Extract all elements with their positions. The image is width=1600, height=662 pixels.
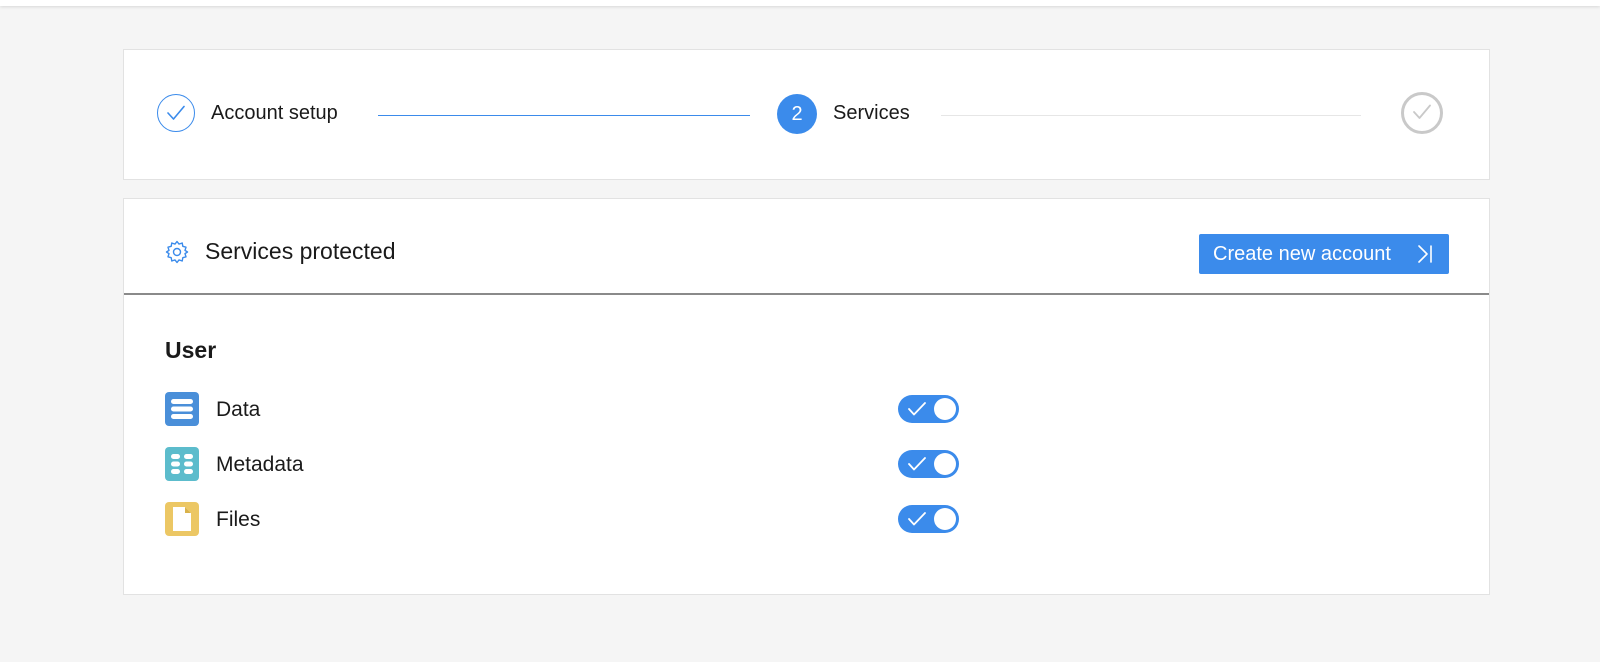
- database-icon: [165, 392, 199, 426]
- service-row-data: Data: [165, 392, 985, 428]
- top-bar: [0, 0, 1600, 6]
- skip-next-icon: [1418, 245, 1432, 263]
- service-label-files: Files: [216, 508, 261, 531]
- metadata-toggle[interactable]: [898, 450, 959, 478]
- create-new-account-button[interactable]: Create new account: [1199, 234, 1449, 274]
- step-final-check-icon: [1401, 92, 1443, 134]
- section-title-user: User: [165, 337, 217, 363]
- step-completed-check-icon: [157, 94, 195, 132]
- service-row-files: Files: [165, 502, 985, 538]
- create-new-account-label: Create new account: [1213, 243, 1391, 265]
- services-title: Services protected: [205, 238, 396, 264]
- toggle-knob: [934, 398, 956, 420]
- step-label-account-setup: Account setup: [211, 102, 338, 124]
- step-connector-completed: [378, 115, 750, 116]
- data-toggle[interactable]: [898, 395, 959, 423]
- step-number-badge: 2: [777, 94, 817, 134]
- services-header: Services protected Create new account: [124, 199, 1489, 295]
- step-connector-pending: [941, 115, 1361, 116]
- file-icon: [165, 502, 199, 536]
- service-row-metadata: Metadata: [165, 447, 985, 483]
- step-label-services: Services: [833, 102, 910, 124]
- toggle-knob: [934, 453, 956, 475]
- services-panel: Services protected Create new account Us…: [123, 198, 1490, 595]
- toggle-knob: [934, 508, 956, 530]
- service-label-metadata: Metadata: [216, 453, 304, 476]
- files-toggle[interactable]: [898, 505, 959, 533]
- grid-icon: [165, 447, 199, 481]
- gear-icon: [165, 240, 189, 264]
- stepper: Account setup 2 Services: [123, 49, 1490, 180]
- service-label-data: Data: [216, 398, 261, 421]
